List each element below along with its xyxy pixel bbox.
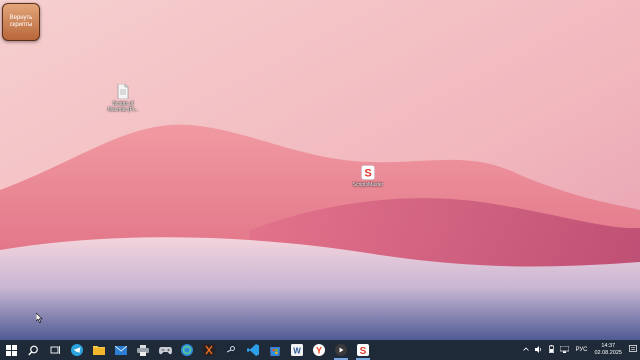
desktop-icon-label: ScriptsMaster [352, 182, 384, 188]
restore-scripts-button[interactable]: Вернуть скрипты [2, 3, 40, 41]
gamepad-icon [158, 346, 172, 354]
edge-icon [181, 344, 193, 356]
scriptsmaster-icon: S [357, 344, 369, 356]
word-icon: W [291, 344, 303, 356]
scriptsmaster-icon: S [361, 165, 375, 180]
desktop-icon-label: Scripts of Maxmas (Pl... [107, 101, 139, 113]
taskbar-steam[interactable] [220, 340, 242, 360]
taskbar-game-app[interactable] [198, 340, 220, 360]
obs-icon [335, 344, 347, 356]
keyboard-language[interactable]: РУС [575, 347, 587, 353]
svg-text:S: S [360, 346, 367, 356]
vscode-icon [247, 344, 259, 356]
volume-icon[interactable] [535, 345, 543, 355]
printer-icon [137, 344, 149, 356]
start-icon [5, 344, 17, 356]
system-tray: РУС 14:37 02.08.2025 [520, 340, 640, 360]
clock[interactable]: 14:37 02.08.2025 [594, 343, 622, 357]
task-view-button[interactable] [44, 340, 66, 360]
desktop-icon-scriptsmaster[interactable]: S ScriptsMaster [343, 165, 393, 188]
search-button[interactable] [22, 340, 44, 360]
taskbar-store[interactable] [264, 340, 286, 360]
battery-icon[interactable] [549, 345, 555, 355]
mail-icon [115, 345, 127, 355]
store-icon [270, 347, 280, 356]
telegram-icon [71, 344, 83, 356]
svg-text:W: W [293, 347, 301, 356]
start-button[interactable] [0, 340, 22, 360]
notification-icon[interactable] [629, 345, 637, 355]
desktop[interactable]: Вернуть скрипты Scripts of Maxmas (Pl...… [0, 0, 640, 340]
taskbar-yandex[interactable]: Y [308, 340, 330, 360]
taskbar-edge[interactable] [176, 340, 198, 360]
mouse-cursor-icon [36, 313, 43, 323]
search-icon [27, 345, 38, 355]
taskbar-printer[interactable] [132, 340, 154, 360]
svg-text:S: S [364, 168, 371, 180]
taskbar: W Y S РУС 14:37 02.08.2025 [0, 340, 640, 360]
restore-scripts-label: Вернуть скрипты [9, 15, 33, 28]
game-app-icon [203, 344, 215, 356]
taskbar-scriptsmaster[interactable]: S [352, 340, 374, 360]
taskbar-obs[interactable] [330, 340, 352, 360]
taskbar-telegram[interactable] [66, 340, 88, 360]
explorer-icon [93, 346, 105, 355]
wallpaper [0, 0, 640, 340]
document-icon [117, 84, 129, 99]
taskbar-explorer[interactable] [88, 340, 110, 360]
steam-icon [225, 344, 237, 356]
clock-date: 02.08.2025 [594, 350, 622, 356]
clock-time: 14:37 [601, 343, 616, 349]
taskbar-gamepad[interactable] [154, 340, 176, 360]
chevron-up-icon[interactable] [523, 347, 530, 353]
desktop-icon-scripts-file[interactable]: Scripts of Maxmas (Pl... [98, 84, 148, 113]
svg-text:Y: Y [316, 346, 322, 356]
taskbar-vscode[interactable] [242, 340, 264, 360]
task-view-icon [50, 346, 60, 354]
taskbar-mail[interactable] [110, 340, 132, 360]
network-icon[interactable] [560, 345, 570, 355]
yandex-icon: Y [313, 344, 325, 356]
taskbar-word[interactable]: W [286, 340, 308, 360]
